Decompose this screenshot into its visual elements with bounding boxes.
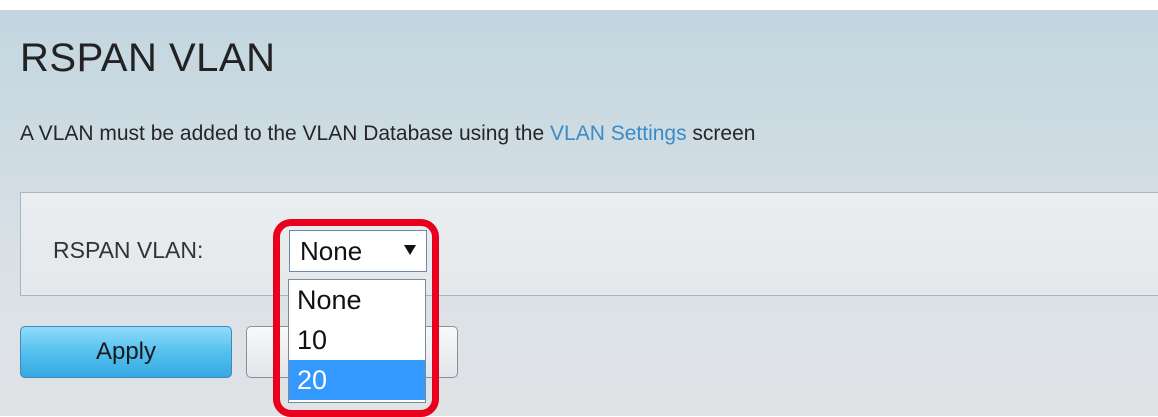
description-suffix: screen [686, 122, 756, 145]
dropdown-option-20[interactable]: 20 [289, 360, 425, 400]
rspan-vlan-dropdown-list: None 10 20 [288, 279, 426, 403]
rspan-vlan-selected-value: None [300, 236, 363, 266]
rspan-vlan-select[interactable]: None [289, 230, 427, 272]
page-background: RSPAN VLAN A VLAN must be added to the V… [0, 10, 1158, 417]
apply-button[interactable]: Apply [20, 326, 232, 378]
dropdown-option-none[interactable]: None [289, 280, 425, 320]
page-description: A VLAN must be added to the VLAN Databas… [20, 122, 755, 146]
dropdown-option-10[interactable]: 10 [289, 320, 425, 360]
dropdown-arrow-icon [404, 245, 416, 255]
page-title: RSPAN VLAN [20, 36, 276, 80]
settings-panel: RSPAN VLAN: None [20, 192, 1158, 296]
rspan-vlan-label: RSPAN VLAN: [53, 237, 204, 263]
vlan-settings-link[interactable]: VLAN Settings [550, 122, 687, 145]
description-text: A VLAN must be added to the VLAN Databas… [20, 122, 551, 145]
